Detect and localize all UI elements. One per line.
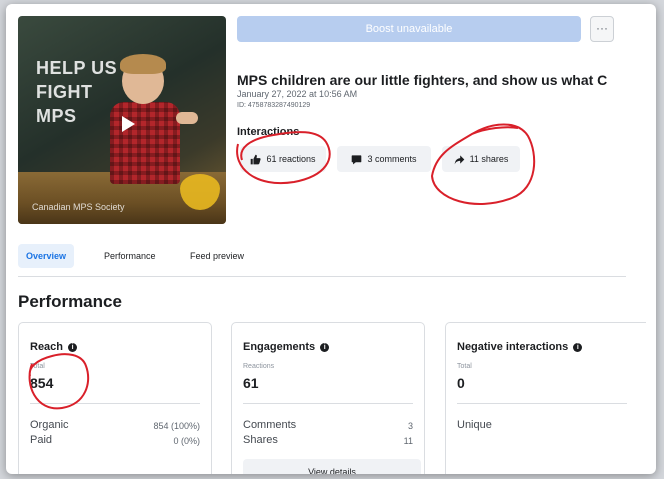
comments-label: Comments: [243, 419, 297, 431]
info-icon[interactable]: i: [68, 342, 78, 352]
comments-value: 3: [407, 421, 413, 431]
negative-title: Negative interactions i: [457, 341, 583, 353]
shares-label: Shares: [243, 434, 278, 446]
thumbnail-child: [110, 102, 180, 184]
negative-divider: [457, 403, 627, 404]
post-date: January 27, 2022 at 10:56 AM: [237, 89, 358, 99]
reach-title: Reach i: [30, 341, 78, 353]
thumbnail-org-name: Canadian MPS Society: [32, 202, 125, 212]
paid-value: 0 (0%): [173, 436, 200, 446]
thumbs-up-icon: [251, 154, 262, 164]
post-title: MPS children are our little fighters, an…: [237, 72, 608, 88]
organic-label: Organic: [30, 419, 69, 431]
view-details-button[interactable]: View details: [243, 459, 421, 474]
thumbnail-headline-3: MPS: [36, 106, 77, 126]
shares-value: 11: [403, 436, 413, 446]
negative-value: 0: [457, 375, 465, 391]
thumbnail-child-arm: [176, 112, 198, 124]
engagements-title: Engagements i: [243, 341, 330, 353]
info-icon[interactable]: i: [320, 342, 330, 352]
engagements-sub: Reactions: [243, 363, 275, 370]
engagements-card: Engagements i Reactions 61 Comments 3 Sh…: [231, 322, 425, 474]
reactions-count: 61 reactions: [266, 154, 316, 164]
engagements-divider: [243, 403, 413, 404]
negative-sub: Total: [457, 363, 472, 370]
tab-performance[interactable]: Performance: [96, 244, 164, 268]
reach-divider: [30, 403, 200, 404]
post-thumbnail[interactable]: HELP US FIGHT MPS Canadian MPS Society: [18, 16, 226, 224]
reach-value: 854: [30, 375, 54, 391]
shares-button[interactable]: 11 shares: [442, 146, 520, 172]
comments-count: 3 comments: [367, 154, 417, 164]
negative-interactions-card: Negative interactions i Total 0 Unique: [445, 322, 646, 474]
info-icon[interactable]: i: [573, 342, 583, 352]
negative-title-text: Negative interactions: [457, 341, 569, 353]
comments-button[interactable]: 3 comments: [337, 146, 431, 172]
tab-overview[interactable]: Overview: [18, 244, 75, 268]
boost-button[interactable]: Boost unavailable: [237, 16, 581, 42]
performance-heading: Performance: [18, 292, 122, 311]
reach-sub: Total: [30, 363, 45, 370]
tabs-divider: [18, 276, 626, 277]
thumbnail-headline-1: HELP US: [36, 58, 118, 78]
paid-label: Paid: [30, 434, 53, 446]
share-arrow-icon: [454, 154, 464, 164]
unique-label: Unique: [457, 419, 492, 431]
thumbnail-headline-2: FIGHT: [36, 82, 93, 102]
shares-count: 11 shares: [469, 154, 509, 164]
reach-card: Reach i Total 854 Organic 854 (100%) Pai…: [18, 322, 212, 474]
comment-icon: [352, 154, 362, 164]
post-insights-panel: HELP US FIGHT MPS Canadian MPS Society B…: [6, 4, 656, 474]
reach-title-text: Reach: [30, 341, 64, 353]
thumbnail-child-hair: [120, 54, 166, 74]
play-icon[interactable]: [122, 116, 135, 132]
reactions-button[interactable]: 61 reactions: [240, 146, 326, 172]
organic-value: 854 (100%): [153, 421, 200, 431]
engagements-value: 61: [243, 375, 259, 391]
engagements-title-text: Engagements: [243, 341, 316, 353]
tab-feed-preview[interactable]: Feed preview: [182, 244, 252, 268]
more-options-button[interactable]: ···: [590, 16, 614, 42]
post-id: ID: 4758783287490129: [237, 102, 311, 109]
interactions-label: Interactions: [237, 126, 300, 138]
